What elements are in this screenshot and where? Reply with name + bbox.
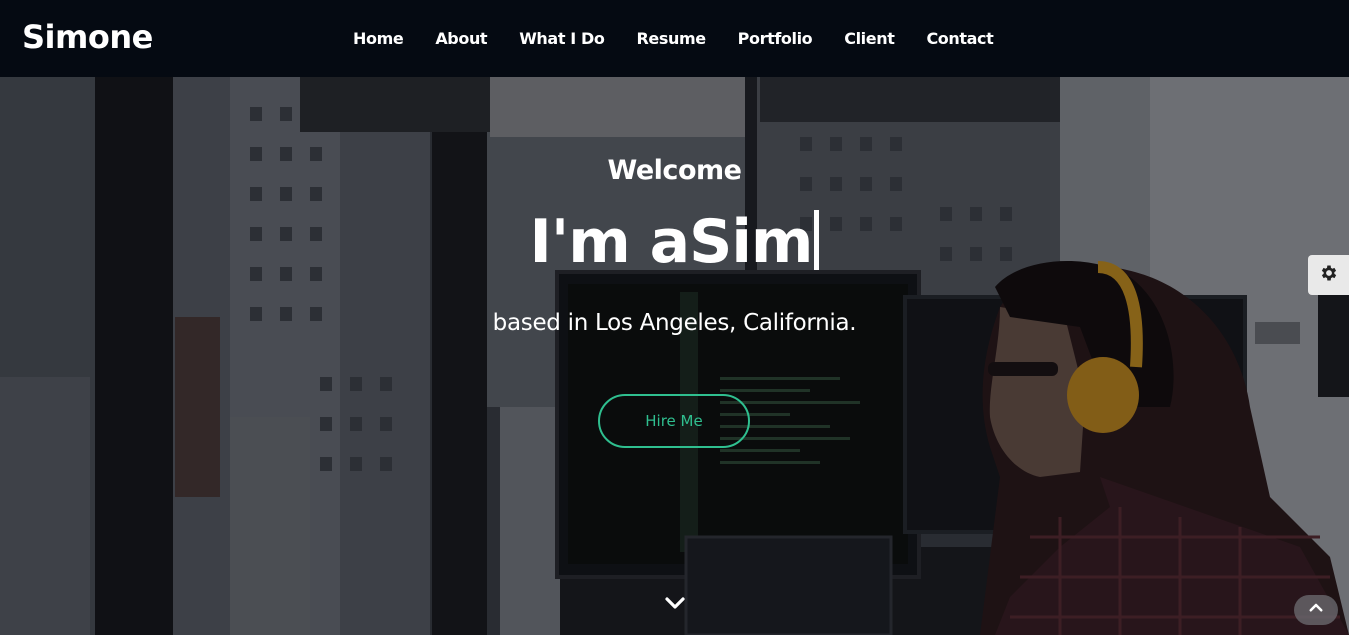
brand-logo[interactable]: Simone xyxy=(22,18,153,56)
hero-welcome: Welcome xyxy=(607,155,742,186)
hero-section: Welcome I'm aSim based in Los Angeles, C… xyxy=(0,77,1349,635)
hire-me-button[interactable]: Hire Me xyxy=(598,394,750,448)
hero-headline: I'm aSim xyxy=(0,202,1349,282)
nav-what-i-do[interactable]: What I Do xyxy=(503,29,620,48)
nav-resume[interactable]: Resume xyxy=(620,29,721,48)
hero-tagline: based in Los Angeles, California. xyxy=(492,310,857,336)
typing-cursor xyxy=(814,210,820,270)
nav-portfolio[interactable]: Portfolio xyxy=(722,29,829,48)
hero-content: Welcome I'm aSim based in Los Angeles, C… xyxy=(0,77,1349,635)
nav-contact[interactable]: Contact xyxy=(910,29,1009,48)
nav-about[interactable]: About xyxy=(419,29,503,48)
back-to-top-button[interactable] xyxy=(1294,595,1338,625)
gear-icon xyxy=(1319,263,1339,287)
navbar: Simone Home About What I Do Resume Portf… xyxy=(0,0,1349,77)
nav-client[interactable]: Client xyxy=(828,29,910,48)
chevron-down-icon[interactable] xyxy=(663,591,687,615)
main-nav: Home About What I Do Resume Portfolio Cl… xyxy=(337,0,1009,77)
hero-headline-text: I'm aSim xyxy=(529,207,814,277)
nav-home[interactable]: Home xyxy=(337,29,419,48)
chevron-up-icon xyxy=(1307,599,1325,621)
settings-toggle-button[interactable] xyxy=(1308,255,1349,295)
